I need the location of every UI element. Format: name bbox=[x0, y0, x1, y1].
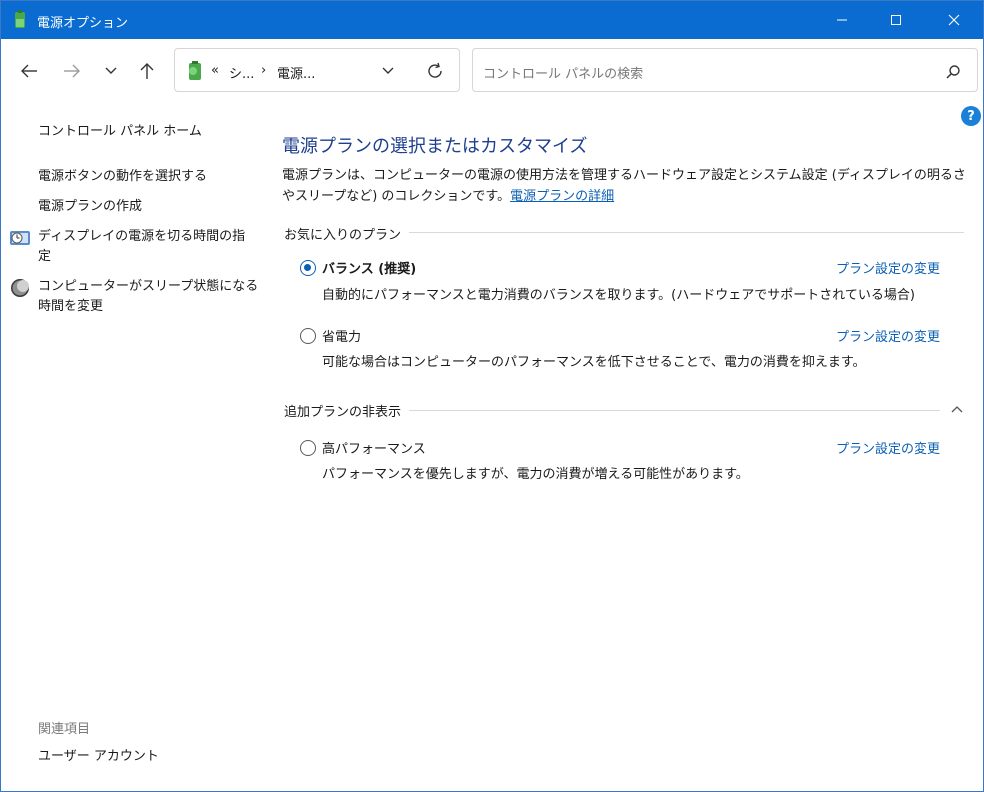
address-segment-power[interactable]: 電源... bbox=[277, 63, 315, 82]
plan-high-performance-radio[interactable] bbox=[300, 440, 316, 456]
page-description: 電源プランは、コンピューターの電源の使用方法を管理するハードウェア設定とシステム… bbox=[282, 165, 972, 207]
plan-balanced-settings-link[interactable]: プラン設定の変更 bbox=[836, 258, 940, 277]
up-button[interactable] bbox=[133, 59, 161, 83]
address-bar[interactable]: « シ... › 電源... bbox=[174, 48, 460, 92]
back-button[interactable] bbox=[15, 59, 43, 83]
close-button[interactable] bbox=[929, 1, 979, 39]
chevron-down-icon bbox=[105, 67, 117, 74]
sidebar-display-off-time[interactable]: ディスプレイの電源を切る時間の指 定 bbox=[38, 227, 245, 267]
power-options-icon bbox=[15, 10, 25, 28]
forward-button[interactable] bbox=[58, 59, 86, 83]
power-options-window: 電源オプション « シ... › 電源... コントロール パネルの検索 ? コ… bbox=[0, 0, 984, 792]
search-input[interactable]: コントロール パネルの検索 bbox=[483, 63, 643, 82]
plan-high-performance-settings-link[interactable]: プラン設定の変更 bbox=[836, 438, 940, 457]
favorites-section-title: お気に入りのプラン bbox=[284, 224, 410, 243]
sidebar-control-panel-home[interactable]: コントロール パネル ホーム bbox=[38, 122, 202, 142]
sidebar-display-off-time-line2[interactable]: 定 bbox=[38, 249, 51, 264]
sidebar-create-power-plan[interactable]: 電源プランの作成 bbox=[38, 197, 142, 217]
plan-balanced-radio[interactable] bbox=[300, 260, 316, 276]
recent-locations-button[interactable] bbox=[97, 59, 125, 83]
address-segment-system[interactable]: シ... bbox=[229, 63, 254, 82]
sidebar-user-accounts[interactable]: ユーザー アカウント bbox=[38, 747, 159, 767]
sidebar-display-off-time-line1[interactable]: ディスプレイの電源を切る時間の指 bbox=[38, 229, 245, 244]
sleep-moon-icon bbox=[11, 279, 29, 297]
arrow-up-icon bbox=[140, 63, 154, 79]
plan-balanced-name[interactable]: バランス (推奨) bbox=[322, 258, 416, 277]
maximize-icon bbox=[891, 15, 901, 25]
search-box[interactable]: コントロール パネルの検索 bbox=[472, 48, 978, 92]
chevron-down-icon[interactable] bbox=[381, 66, 395, 76]
navigation-bar: « シ... › 電源... コントロール パネルの検索 bbox=[1, 39, 983, 103]
minimize-icon bbox=[837, 19, 847, 21]
chevron-up-icon[interactable] bbox=[949, 401, 965, 417]
hidden-plans-section-title: 追加プランの非表示 bbox=[284, 401, 410, 420]
sidebar-sleep-time-line2[interactable]: 時間を変更 bbox=[38, 299, 103, 314]
arrow-left-icon bbox=[21, 64, 37, 78]
page-title: 電源プランの選択またはカスタマイズ bbox=[282, 136, 588, 157]
plan-high-performance-description: パフォーマンスを優先しますが、電力の消費が増える可能性があります。 bbox=[322, 467, 749, 482]
related-items-heading: 関連項目 bbox=[38, 722, 91, 737]
plan-power-saver-radio[interactable] bbox=[300, 328, 316, 344]
description-text: 電源プランは、コンピューターの電源の使用方法を管理するハードウェア設定とシステム… bbox=[282, 168, 966, 204]
sidebar-sleep-time[interactable]: コンピューターがスリープ状態になる 時間を変更 bbox=[38, 277, 258, 317]
search-icon[interactable] bbox=[945, 64, 961, 80]
refresh-icon[interactable] bbox=[426, 62, 444, 80]
window-title: 電源オプション bbox=[37, 16, 129, 31]
sidebar-power-button-action[interactable]: 電源ボタンの動作を選択する bbox=[38, 167, 207, 187]
display-clock-icon bbox=[10, 231, 30, 245]
minimize-button[interactable] bbox=[817, 1, 867, 39]
plan-high-performance-name[interactable]: 高パフォーマンス bbox=[322, 438, 426, 457]
plan-balanced-description: 自動的にパフォーマンスと電力消費のバランスを取ります。(ハードウェアでサポートさ… bbox=[322, 288, 915, 303]
maximize-button[interactable] bbox=[871, 1, 921, 39]
plan-power-saver-description: 可能な場合はコンピューターのパフォーマンスを低下させることで、電力の消費を抑えま… bbox=[322, 355, 866, 370]
sidebar-sleep-time-line1[interactable]: コンピューターがスリープ状態になる bbox=[38, 279, 258, 294]
help-button[interactable]: ? bbox=[961, 106, 981, 126]
address-separator: › bbox=[261, 63, 267, 78]
arrow-right-icon bbox=[64, 64, 80, 78]
title-bar: 電源オプション bbox=[1, 1, 983, 39]
plan-power-saver-settings-link[interactable]: プラン設定の変更 bbox=[836, 326, 940, 345]
close-icon bbox=[948, 14, 960, 26]
plan-power-saver-name[interactable]: 省電力 bbox=[322, 326, 361, 345]
power-plan-details-link[interactable]: 電源プランの詳細 bbox=[510, 189, 614, 204]
address-prefix[interactable]: « bbox=[211, 63, 219, 78]
control-panel-icon bbox=[189, 61, 201, 80]
